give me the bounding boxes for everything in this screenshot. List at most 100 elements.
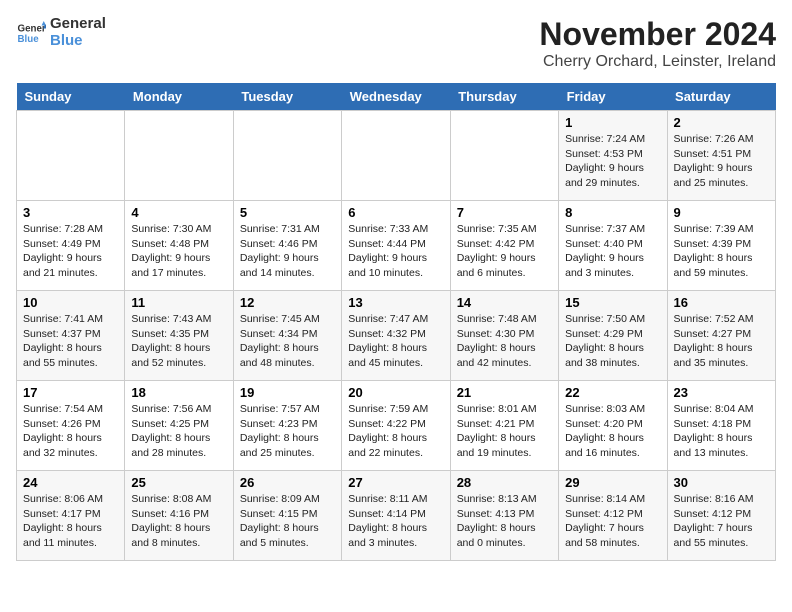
day-info: Sunrise: 7:43 AM Sunset: 4:35 PM Dayligh… (131, 312, 226, 371)
calendar-cell: 30 Sunrise: 8:16 AM Sunset: 4:12 PM Dayli… (667, 471, 775, 561)
calendar-cell: 15Sunrise: 7:50 AM Sunset: 4:29 PM Dayli… (559, 291, 667, 381)
day-info: Sunrise: 8:09 AM Sunset: 4:15 PM Dayligh… (240, 492, 335, 551)
calendar-cell: 11 Sunrise: 7:43 AM Sunset: 4:35 PM Dayli… (125, 291, 233, 381)
calendar-cell: 20Sunrise: 7:59 AM Sunset: 4:22 PM Dayli… (342, 381, 450, 471)
header-friday: Friday (559, 83, 667, 111)
day-number: 26 (240, 475, 335, 490)
day-info: Sunrise: 8:01 AM Sunset: 4:21 PM Dayligh… (457, 402, 552, 461)
day-number: 7 (457, 205, 552, 220)
calendar-cell: 22Sunrise: 8:03 AM Sunset: 4:20 PM Dayli… (559, 381, 667, 471)
header-wednesday: Wednesday (342, 83, 450, 111)
calendar-cell: 14 Sunrise: 7:48 AM Sunset: 4:30 PM Dayli… (450, 291, 558, 381)
calendar-cell: 5 Sunrise: 7:31 AM Sunset: 4:46 PM Daylig… (233, 201, 341, 291)
day-info: Sunrise: 8:11 AM Sunset: 4:14 PM Dayligh… (348, 492, 443, 551)
day-info: Sunrise: 7:24 AM Sunset: 4:53 PM Dayligh… (565, 132, 660, 191)
day-number: 30 (674, 475, 769, 490)
day-number: 3 (23, 205, 118, 220)
calendar-cell: 21 Sunrise: 8:01 AM Sunset: 4:21 PM Dayli… (450, 381, 558, 471)
day-info: Sunrise: 7:28 AM Sunset: 4:49 PM Dayligh… (23, 222, 118, 281)
calendar-cell (17, 111, 125, 201)
calendar-cell: 27 Sunrise: 8:11 AM Sunset: 4:14 PM Dayli… (342, 471, 450, 561)
calendar-week-2: 3 Sunrise: 7:28 AM Sunset: 4:49 PM Daylig… (17, 201, 776, 291)
day-number: 19 (240, 385, 335, 400)
day-number: 20 (348, 385, 443, 400)
day-info: Sunrise: 8:14 AM Sunset: 4:12 PM Dayligh… (565, 492, 660, 551)
day-info: Sunrise: 7:50 AM Sunset: 4:29 PM Dayligh… (565, 312, 660, 371)
day-info: Sunrise: 7:48 AM Sunset: 4:30 PM Dayligh… (457, 312, 552, 371)
day-number: 16 (674, 295, 769, 310)
location-title: Cherry Orchard, Leinster, Ireland (539, 53, 776, 71)
day-info: Sunrise: 7:54 AM Sunset: 4:26 PM Dayligh… (23, 402, 118, 461)
day-number: 1 (565, 115, 660, 130)
day-info: Sunrise: 8:16 AM Sunset: 4:12 PM Dayligh… (674, 492, 769, 551)
calendar-cell (342, 111, 450, 201)
day-info: Sunrise: 8:06 AM Sunset: 4:17 PM Dayligh… (23, 492, 118, 551)
calendar-table: SundayMondayTuesdayWednesdayThursdayFrid… (16, 83, 776, 561)
day-number: 11 (131, 295, 226, 310)
day-info: Sunrise: 7:31 AM Sunset: 4:46 PM Dayligh… (240, 222, 335, 281)
calendar-cell: 13 Sunrise: 7:47 AM Sunset: 4:32 PM Dayli… (342, 291, 450, 381)
calendar-cell: 18 Sunrise: 7:56 AM Sunset: 4:25 PM Dayli… (125, 381, 233, 471)
calendar-cell: 17 Sunrise: 7:54 AM Sunset: 4:26 PM Dayli… (17, 381, 125, 471)
calendar-week-5: 24 Sunrise: 8:06 AM Sunset: 4:17 PM Dayli… (17, 471, 776, 561)
day-info: Sunrise: 7:45 AM Sunset: 4:34 PM Dayligh… (240, 312, 335, 371)
calendar-cell: 3 Sunrise: 7:28 AM Sunset: 4:49 PM Daylig… (17, 201, 125, 291)
day-number: 22 (565, 385, 660, 400)
calendar-cell: 24 Sunrise: 8:06 AM Sunset: 4:17 PM Dayli… (17, 471, 125, 561)
calendar-week-3: 10Sunrise: 7:41 AM Sunset: 4:37 PM Dayli… (17, 291, 776, 381)
header-monday: Monday (125, 83, 233, 111)
day-number: 27 (348, 475, 443, 490)
calendar-cell (450, 111, 558, 201)
day-number: 21 (457, 385, 552, 400)
svg-text:Blue: Blue (18, 34, 40, 45)
calendar-cell: 12 Sunrise: 7:45 AM Sunset: 4:34 PM Dayli… (233, 291, 341, 381)
day-info: Sunrise: 7:39 AM Sunset: 4:39 PM Dayligh… (674, 222, 769, 281)
day-number: 14 (457, 295, 552, 310)
day-number: 8 (565, 205, 660, 220)
day-info: Sunrise: 7:35 AM Sunset: 4:42 PM Dayligh… (457, 222, 552, 281)
logo-line1: General (50, 16, 106, 33)
day-info: Sunrise: 7:26 AM Sunset: 4:51 PM Dayligh… (674, 132, 769, 191)
header-sunday: Sunday (17, 83, 125, 111)
calendar-cell: 16 Sunrise: 7:52 AM Sunset: 4:27 PM Dayli… (667, 291, 775, 381)
calendar-cell: 25Sunrise: 8:08 AM Sunset: 4:16 PM Dayli… (125, 471, 233, 561)
calendar-cell: 26 Sunrise: 8:09 AM Sunset: 4:15 PM Dayli… (233, 471, 341, 561)
title-block: November 2024 Cherry Orchard, Leinster, … (539, 16, 776, 71)
calendar-cell: 4 Sunrise: 7:30 AM Sunset: 4:48 PM Daylig… (125, 201, 233, 291)
day-info: Sunrise: 8:08 AM Sunset: 4:16 PM Dayligh… (131, 492, 226, 551)
day-number: 13 (348, 295, 443, 310)
day-number: 17 (23, 385, 118, 400)
day-number: 23 (674, 385, 769, 400)
calendar-week-1: 1 Sunrise: 7:24 AM Sunset: 4:53 PM Daylig… (17, 111, 776, 201)
day-info: Sunrise: 7:56 AM Sunset: 4:25 PM Dayligh… (131, 402, 226, 461)
day-info: Sunrise: 7:30 AM Sunset: 4:48 PM Dayligh… (131, 222, 226, 281)
calendar-cell: 2 Sunrise: 7:26 AM Sunset: 4:51 PM Daylig… (667, 111, 775, 201)
month-title: November 2024 (539, 16, 776, 53)
calendar-cell: 28 Sunrise: 8:13 AM Sunset: 4:13 PM Dayli… (450, 471, 558, 561)
day-info: Sunrise: 8:04 AM Sunset: 4:18 PM Dayligh… (674, 402, 769, 461)
calendar-cell: 7 Sunrise: 7:35 AM Sunset: 4:42 PM Daylig… (450, 201, 558, 291)
day-info: Sunrise: 8:13 AM Sunset: 4:13 PM Dayligh… (457, 492, 552, 551)
day-number: 5 (240, 205, 335, 220)
day-info: Sunrise: 7:47 AM Sunset: 4:32 PM Dayligh… (348, 312, 443, 371)
day-info: Sunrise: 7:52 AM Sunset: 4:27 PM Dayligh… (674, 312, 769, 371)
calendar-cell: 19Sunrise: 7:57 AM Sunset: 4:23 PM Dayli… (233, 381, 341, 471)
day-number: 4 (131, 205, 226, 220)
logo-line2: Blue (50, 33, 106, 50)
calendar-cell: 29 Sunrise: 8:14 AM Sunset: 4:12 PM Dayli… (559, 471, 667, 561)
calendar-cell: 10Sunrise: 7:41 AM Sunset: 4:37 PM Dayli… (17, 291, 125, 381)
day-number: 2 (674, 115, 769, 130)
day-number: 29 (565, 475, 660, 490)
day-info: Sunrise: 7:33 AM Sunset: 4:44 PM Dayligh… (348, 222, 443, 281)
day-number: 28 (457, 475, 552, 490)
page-header: General Blue General Blue November 2024 … (16, 16, 776, 71)
calendar-cell (125, 111, 233, 201)
logo: General Blue General Blue (16, 16, 106, 49)
day-number: 9 (674, 205, 769, 220)
calendar-cell: 8 Sunrise: 7:37 AM Sunset: 4:40 PM Daylig… (559, 201, 667, 291)
day-number: 18 (131, 385, 226, 400)
day-number: 24 (23, 475, 118, 490)
header-tuesday: Tuesday (233, 83, 341, 111)
day-number: 12 (240, 295, 335, 310)
day-info: Sunrise: 7:37 AM Sunset: 4:40 PM Dayligh… (565, 222, 660, 281)
